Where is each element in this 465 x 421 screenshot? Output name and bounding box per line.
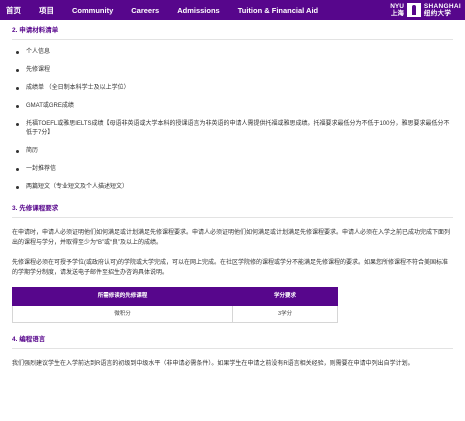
table-header-credits: 学分要求 xyxy=(232,287,338,306)
section-title-programming: 4. 编程语言 xyxy=(12,335,453,349)
list-item: 托福TOEFL或雅思IELTS成绩【母语非英语或大学本科的授课语言为非英语的申请… xyxy=(16,120,453,138)
prereq-table: 所需修读的先修课程 学分要求 微积分 3学分 xyxy=(11,287,338,323)
list-item: 先修课程 xyxy=(16,66,453,75)
list-item: 一封推荐信 xyxy=(16,165,453,174)
torch-icon xyxy=(406,3,421,17)
list-item: GMAT或GRE成绩 xyxy=(16,102,453,111)
section-title-prerequisites: 3. 先修课程要求 xyxy=(12,204,453,218)
nyu-shanghai-logo[interactable]: NYU 上海 SHANGHAI 纽约大学 xyxy=(390,1,461,19)
table-cell-course: 微积分 xyxy=(11,305,234,323)
list-item: 两篇短文（专业短文及个人描述短文） xyxy=(16,183,453,192)
programming-paragraph: 我们强烈建议学生在入学前达到R语言的初级到中级水平（非申请必需条件）。如果学生在… xyxy=(12,361,414,367)
table-header-row: 所需修读的先修课程 学分要求 xyxy=(11,287,338,306)
logo-right-text: SHANGHAI 纽约大学 xyxy=(423,3,461,17)
nav-community[interactable]: Community xyxy=(72,6,113,15)
list-item: 简历 xyxy=(16,147,453,156)
list-item: 个人信息 xyxy=(16,48,453,57)
list-item: 成绩单 （全日制本科学士及以上学位） xyxy=(16,84,453,93)
table-header-course: 所需修读的先修课程 xyxy=(11,287,234,306)
table-cell-credits: 3学分 xyxy=(232,305,338,323)
materials-list: 个人信息 先修课程 成绩单 （全日制本科学士及以上学位） GMAT或GRE成绩 … xyxy=(12,48,453,192)
nav-programs[interactable]: 项目 xyxy=(39,5,54,16)
prereq-paragraph-2: 先修课程必须在可授予学位(或政府认可)的学院或大学完成，可以在网上完成。在社区学… xyxy=(12,260,448,276)
logo-left-text: NYU 上海 xyxy=(390,3,404,17)
section-title-materials: 2. 申请材料清单 xyxy=(12,26,453,40)
prereq-paragraph-1: 在申请时，申请人必须证明他们如何满足或计划满足先修课程要求。申请人必须证明他们如… xyxy=(12,230,451,246)
table-row: 微积分 3学分 xyxy=(11,305,338,323)
nav-home[interactable]: 首页 xyxy=(6,5,21,16)
main-content: 2. 申请材料清单 个人信息 先修课程 成绩单 （全日制本科学士及以上学位） G… xyxy=(0,20,465,369)
nav-careers[interactable]: Careers xyxy=(131,6,159,15)
top-nav: 首页 项目 Community Careers Admissions Tuiti… xyxy=(0,0,465,20)
nav-tuition[interactable]: Tuition & Financial Aid xyxy=(238,6,318,15)
nav-admissions[interactable]: Admissions xyxy=(177,6,220,15)
